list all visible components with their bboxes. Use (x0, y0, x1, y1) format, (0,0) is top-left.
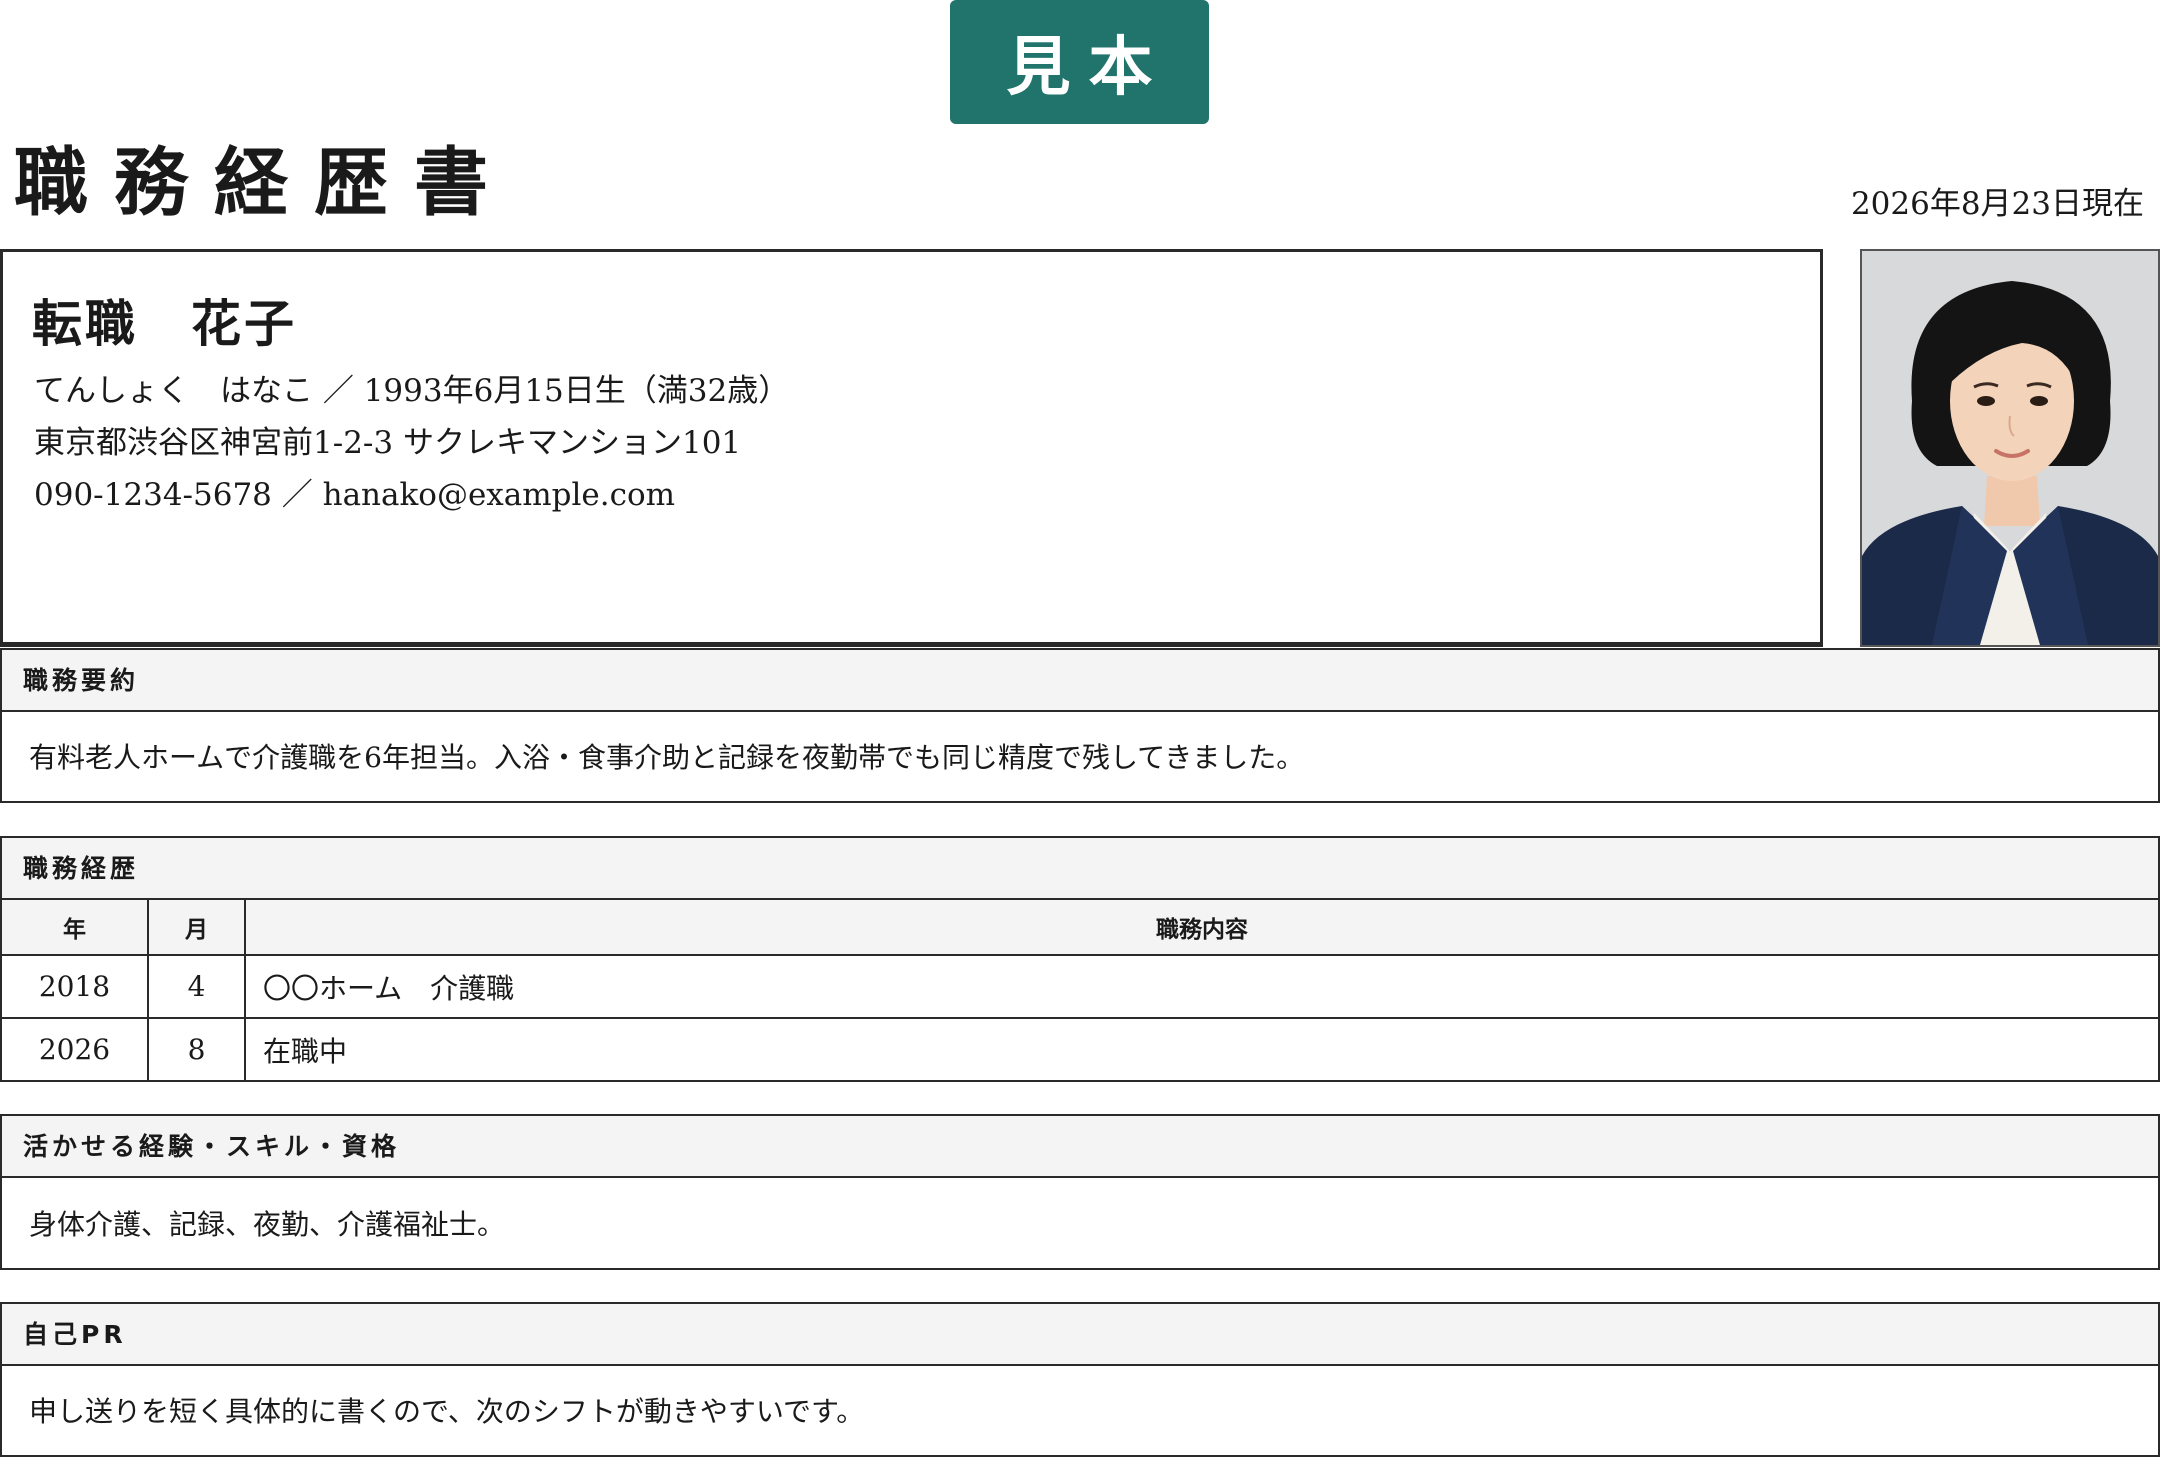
career-heading: 職務経歴 (2, 838, 2158, 900)
row-month: 4 (148, 954, 246, 1018)
applicant-name: 転職 花子 (32, 294, 297, 353)
skills-heading: 活かせる経験・スキル・資格 (2, 1116, 2158, 1178)
contact-info: 090-1234-5678 ／ hanako@example.com (34, 477, 676, 513)
column-header-month: 月 (148, 900, 246, 955)
sample-badge: 見本 (950, 0, 1209, 124)
row-year: 2018 (2, 954, 149, 1018)
row-year: 2026 (2, 1017, 149, 1080)
column-header-year: 年 (2, 900, 149, 955)
summary-section: 職務要約 有料老人ホームで介護職を6年担当。入浴・食事介助と記録を夜勤帯でも同じ… (0, 648, 2160, 803)
profile-box: 転職 花子 てんしょく はなこ ／ 1993年6月15日生（満32歳） 東京都渋… (0, 249, 1823, 647)
furigana-birthdate: てんしょく はなこ ／ 1993年6月15日生（満32歳） (34, 373, 790, 409)
skills-section: 活かせる経験・スキル・資格 身体介護、記録、夜勤、介護福祉士。 (0, 1114, 2160, 1270)
summary-text: 有料老人ホームで介護職を6年担当。入浴・食事介助と記録を夜勤帯でも同じ精度で残し… (29, 741, 1305, 774)
column-header-content: 職務内容 (245, 900, 2158, 955)
career-table-header: 年 月 職務内容 (2, 900, 2158, 955)
table-row: 2026 8 在職中 (2, 1017, 2158, 1080)
self-pr-text: 申し送りを短く具体的に書くので、次のシフトが動きやすいです。 (29, 1395, 865, 1428)
skills-text: 身体介護、記録、夜勤、介護福祉士。 (29, 1207, 506, 1241)
self-pr-section: 自己PR 申し送りを短く具体的に書くので、次のシフトが動きやすいです。 (0, 1302, 2160, 1457)
row-content: 在職中 (245, 1017, 2158, 1080)
document-title: 職務経歴書 (14, 140, 514, 226)
career-section: 職務経歴 年 月 職務内容 2018 4 〇〇ホーム 介護職 2026 8 在職… (0, 836, 2160, 1082)
portrait-photo (1860, 249, 2160, 647)
summary-heading: 職務要約 (2, 650, 2158, 712)
as-of-date: 2026年8月23日現在 (1850, 186, 2144, 222)
career-table: 年 月 職務内容 2018 4 〇〇ホーム 介護職 2026 8 在職中 (2, 900, 2158, 1080)
row-content: 〇〇ホーム 介護職 (245, 954, 2158, 1018)
table-row: 2018 4 〇〇ホーム 介護職 (2, 954, 2158, 1018)
self-pr-heading: 自己PR (2, 1304, 2158, 1366)
address: 東京都渋谷区神宮前1-2-3 サクレキマンション101 (34, 425, 742, 461)
row-month: 8 (148, 1017, 246, 1080)
